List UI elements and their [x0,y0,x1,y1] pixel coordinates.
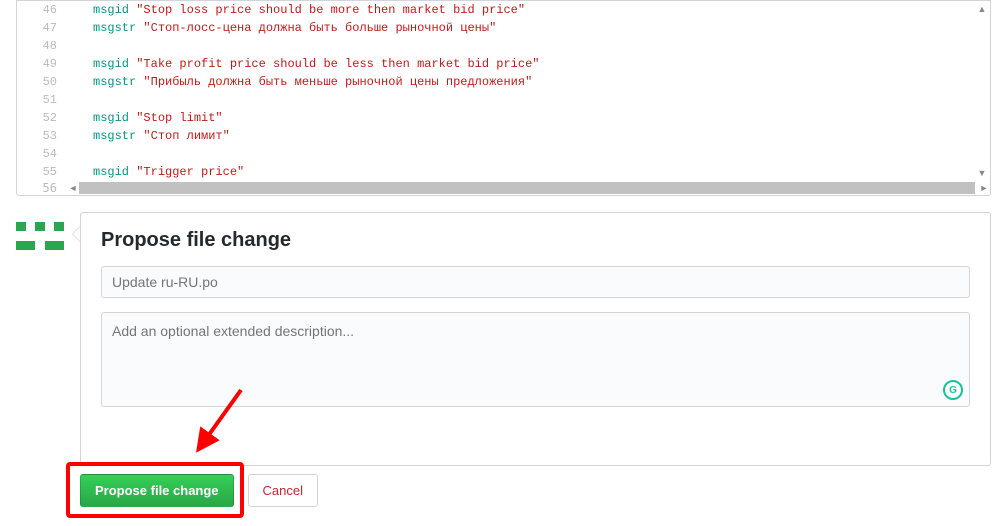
line-number: 56 [17,181,67,195]
scroll-left-icon[interactable]: ◄ [67,182,79,194]
code-editor[interactable]: 46msgid "Stop loss price should be more … [16,0,991,196]
line-content [67,91,990,109]
code-line[interactable]: 55msgid "Trigger price" [17,163,990,181]
line-number: 54 [17,145,67,163]
line-content: msgid "Stop limit" [67,109,990,127]
line-number: 49 [17,55,67,73]
vertical-scrollbar[interactable]: ▲ ▼ [976,3,988,179]
code-line[interactable]: 46msgid "Stop loss price should be more … [17,1,990,19]
line-number: 47 [17,19,67,37]
line-content [67,145,990,163]
cancel-button[interactable]: Cancel [248,474,318,507]
line-number: 46 [17,1,67,19]
scroll-up-icon[interactable]: ▲ [976,3,988,15]
line-content: msgstr "Прибыль должна быть меньше рыноч… [67,73,990,91]
grammarly-icon[interactable]: G [943,380,963,400]
code-line[interactable]: 52msgid "Stop limit" [17,109,990,127]
line-number: 53 [17,127,67,145]
scrollbar-track[interactable] [79,182,975,194]
line-number: 55 [17,163,67,181]
line-number: 50 [17,73,67,91]
annotation-arrow [101,415,970,445]
code-line[interactable]: 51 [17,91,990,109]
scroll-down-icon[interactable]: ▼ [976,167,988,179]
scroll-right-icon[interactable]: ► [978,182,990,194]
code-line[interactable]: 50msgstr "Прибыль должна быть меньше рын… [17,73,990,91]
line-number: 48 [17,37,67,55]
code-line[interactable]: 49msgid "Take profit price should be les… [17,55,990,73]
line-number: 52 [17,109,67,127]
line-content: msgid "Trigger price" [67,163,990,181]
line-content: msgstr "Стоп-лосс-цена должна быть больш… [67,19,990,37]
horizontal-scrollbar[interactable]: 56 ◄ ► [17,181,990,195]
line-content: msgid "Stop loss price should be more th… [67,1,990,19]
propose-panel: Propose file change G [80,212,991,466]
code-line[interactable]: 54 [17,145,990,163]
avatar [16,212,64,260]
code-line[interactable]: 48 [17,37,990,55]
line-content: msgid "Take profit price should be less … [67,55,990,73]
line-content: msgstr "Стоп лимит" [67,127,990,145]
line-content [67,37,990,55]
commit-title-input[interactable] [101,266,970,298]
line-number: 51 [17,91,67,109]
panel-heading: Propose file change [101,229,970,252]
code-line[interactable]: 47msgstr "Стоп-лосс-цена должна быть бол… [17,19,990,37]
propose-file-change-button[interactable]: Propose file change [80,474,234,507]
code-line[interactable]: 53msgstr "Стоп лимит" [17,127,990,145]
